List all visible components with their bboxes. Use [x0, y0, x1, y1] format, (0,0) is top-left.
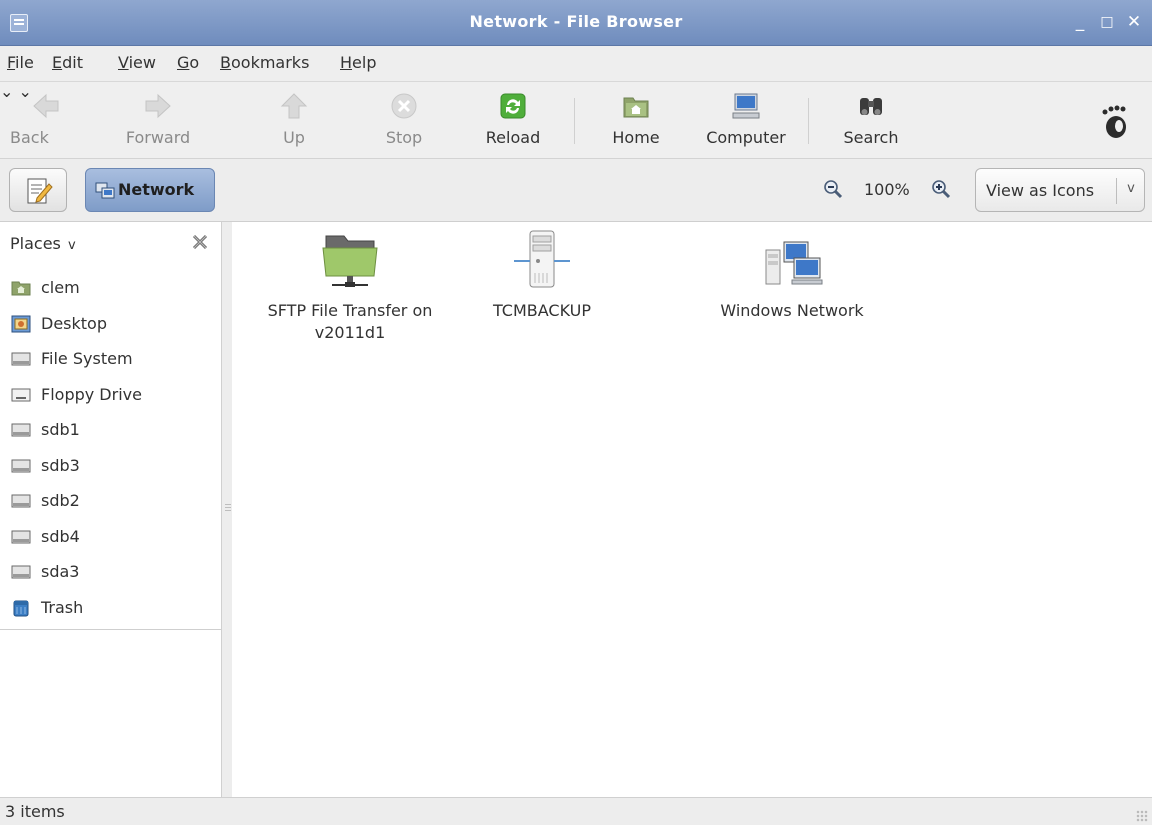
menu-help[interactable]: Help — [340, 53, 376, 72]
computer-icon — [732, 93, 760, 119]
drive-icon — [11, 459, 31, 472]
places-list: clem Desktop File System Floppy Drive sd… — [0, 271, 222, 626]
select-divider — [1116, 178, 1117, 204]
sidebar-item-floppy-drive[interactable]: Floppy Drive — [0, 378, 222, 414]
toolbar: Back ⌄ Forward ⌄ Up Stop Reload Home Com… — [0, 82, 1152, 159]
minimize-button[interactable]: _ — [1070, 12, 1090, 32]
sidebar-item-sdb3[interactable]: sdb3 — [0, 449, 222, 485]
sidebar-type-selector[interactable]: Places v — [10, 234, 76, 253]
toolbar-separator — [808, 98, 809, 144]
drive-icon — [11, 565, 31, 579]
edit-location-icon — [27, 178, 53, 204]
menu-bar: File Edit View Go Bookmarks Help — [0, 46, 1152, 82]
home-folder-icon — [11, 281, 31, 296]
windows-network-icon — [765, 241, 823, 285]
sidebar-item-clem[interactable]: clem — [0, 271, 222, 307]
file-browser-window: Network - File Browser _ □ ✕ File Edit V… — [0, 0, 1152, 825]
home-button[interactable]: Home — [603, 82, 669, 159]
desktop-icon — [11, 315, 31, 332]
drive-icon — [11, 423, 31, 437]
toolbar-separator — [574, 98, 575, 144]
binoculars-icon — [860, 98, 882, 115]
file-view[interactable]: SFTP File Transfer on v2011d1 TCMBACKUP — [232, 222, 1152, 797]
zoom-level[interactable]: 100% — [864, 180, 910, 199]
floppy-icon — [11, 388, 31, 401]
zoom-out-icon[interactable] — [823, 179, 843, 199]
window-title: Network - File Browser — [469, 12, 683, 31]
up-button[interactable]: Up — [264, 82, 324, 159]
gnome-foot-icon — [1102, 105, 1126, 138]
status-bar: 3 items — [0, 797, 1152, 825]
sidebar-item-sdb2[interactable]: sdb2 — [0, 484, 222, 520]
search-button[interactable]: Search — [834, 82, 908, 159]
maximize-button[interactable]: □ — [1097, 14, 1117, 30]
view-mode-select[interactable]: View as Icons v — [975, 168, 1145, 212]
file-item-sftp[interactable]: SFTP File Transfer on v2011d1 — [250, 222, 450, 352]
file-item-label: v2011d1 — [314, 323, 386, 342]
sidebar-divider — [0, 629, 222, 630]
forward-button[interactable]: Forward — [118, 82, 198, 159]
menu-view[interactable]: View — [118, 53, 156, 72]
file-item-windows-network[interactable]: Windows Network — [702, 222, 882, 332]
network-folder-icon — [322, 235, 378, 287]
sidebar-resize-handle[interactable] — [225, 502, 231, 514]
drive-icon — [11, 352, 31, 366]
path-button-network[interactable]: Network — [85, 168, 215, 212]
sidebar-item-sda3[interactable]: sda3 — [0, 555, 222, 591]
stop-button[interactable]: Stop — [374, 82, 434, 159]
back-button[interactable]: Back — [10, 82, 82, 159]
reload-icon — [500, 93, 526, 119]
places-sidebar: Places v clem Desktop File System Floppy… — [0, 222, 222, 797]
window-resize-grip[interactable] — [1136, 810, 1148, 822]
forward-arrow-icon — [145, 93, 171, 119]
trash-icon — [13, 600, 29, 616]
computer-button[interactable]: Computer — [697, 82, 795, 159]
toggle-location-entry-button[interactable] — [9, 168, 67, 212]
network-icon — [95, 182, 115, 199]
sidebar-item-file-system[interactable]: File System — [0, 342, 222, 378]
file-item-label: SFTP File Transfer on — [267, 301, 433, 320]
up-arrow-icon — [280, 93, 308, 119]
close-sidebar-icon[interactable] — [190, 232, 210, 252]
sidebar-item-sdb1[interactable]: sdb1 — [0, 413, 222, 449]
chevron-down-icon: v — [1127, 181, 1135, 196]
sidebar-item-trash[interactable]: Trash — [0, 591, 222, 627]
back-arrow-icon — [33, 93, 59, 119]
reload-button[interactable]: Reload — [478, 82, 548, 159]
home-folder-icon — [623, 97, 649, 118]
title-bar[interactable]: Network - File Browser _ □ ✕ — [0, 0, 1152, 46]
sidebar-item-sdb4[interactable]: sdb4 — [0, 520, 222, 556]
close-button[interactable]: ✕ — [1124, 12, 1144, 32]
menu-bookmarks[interactable]: Bookmarks — [220, 53, 309, 72]
chevron-down-icon: v — [67, 238, 76, 253]
file-item-tcmbackup[interactable]: TCMBACKUP — [472, 222, 612, 332]
file-item-label: Windows Network — [720, 301, 864, 320]
status-text: 3 items — [5, 802, 65, 821]
drive-icon — [11, 530, 31, 543]
menu-go[interactable]: Go — [177, 53, 199, 72]
menu-file[interactable]: File — [7, 53, 34, 72]
zoom-in-icon[interactable] — [931, 179, 951, 199]
location-bar: Network 100% View as Icons v — [0, 159, 1152, 222]
server-icon — [514, 230, 570, 288]
stop-icon — [391, 93, 417, 119]
sidebar-item-desktop[interactable]: Desktop — [0, 307, 222, 343]
menu-edit[interactable]: Edit — [52, 53, 83, 72]
drive-icon — [11, 494, 31, 508]
file-item-label: TCMBACKUP — [492, 301, 592, 320]
